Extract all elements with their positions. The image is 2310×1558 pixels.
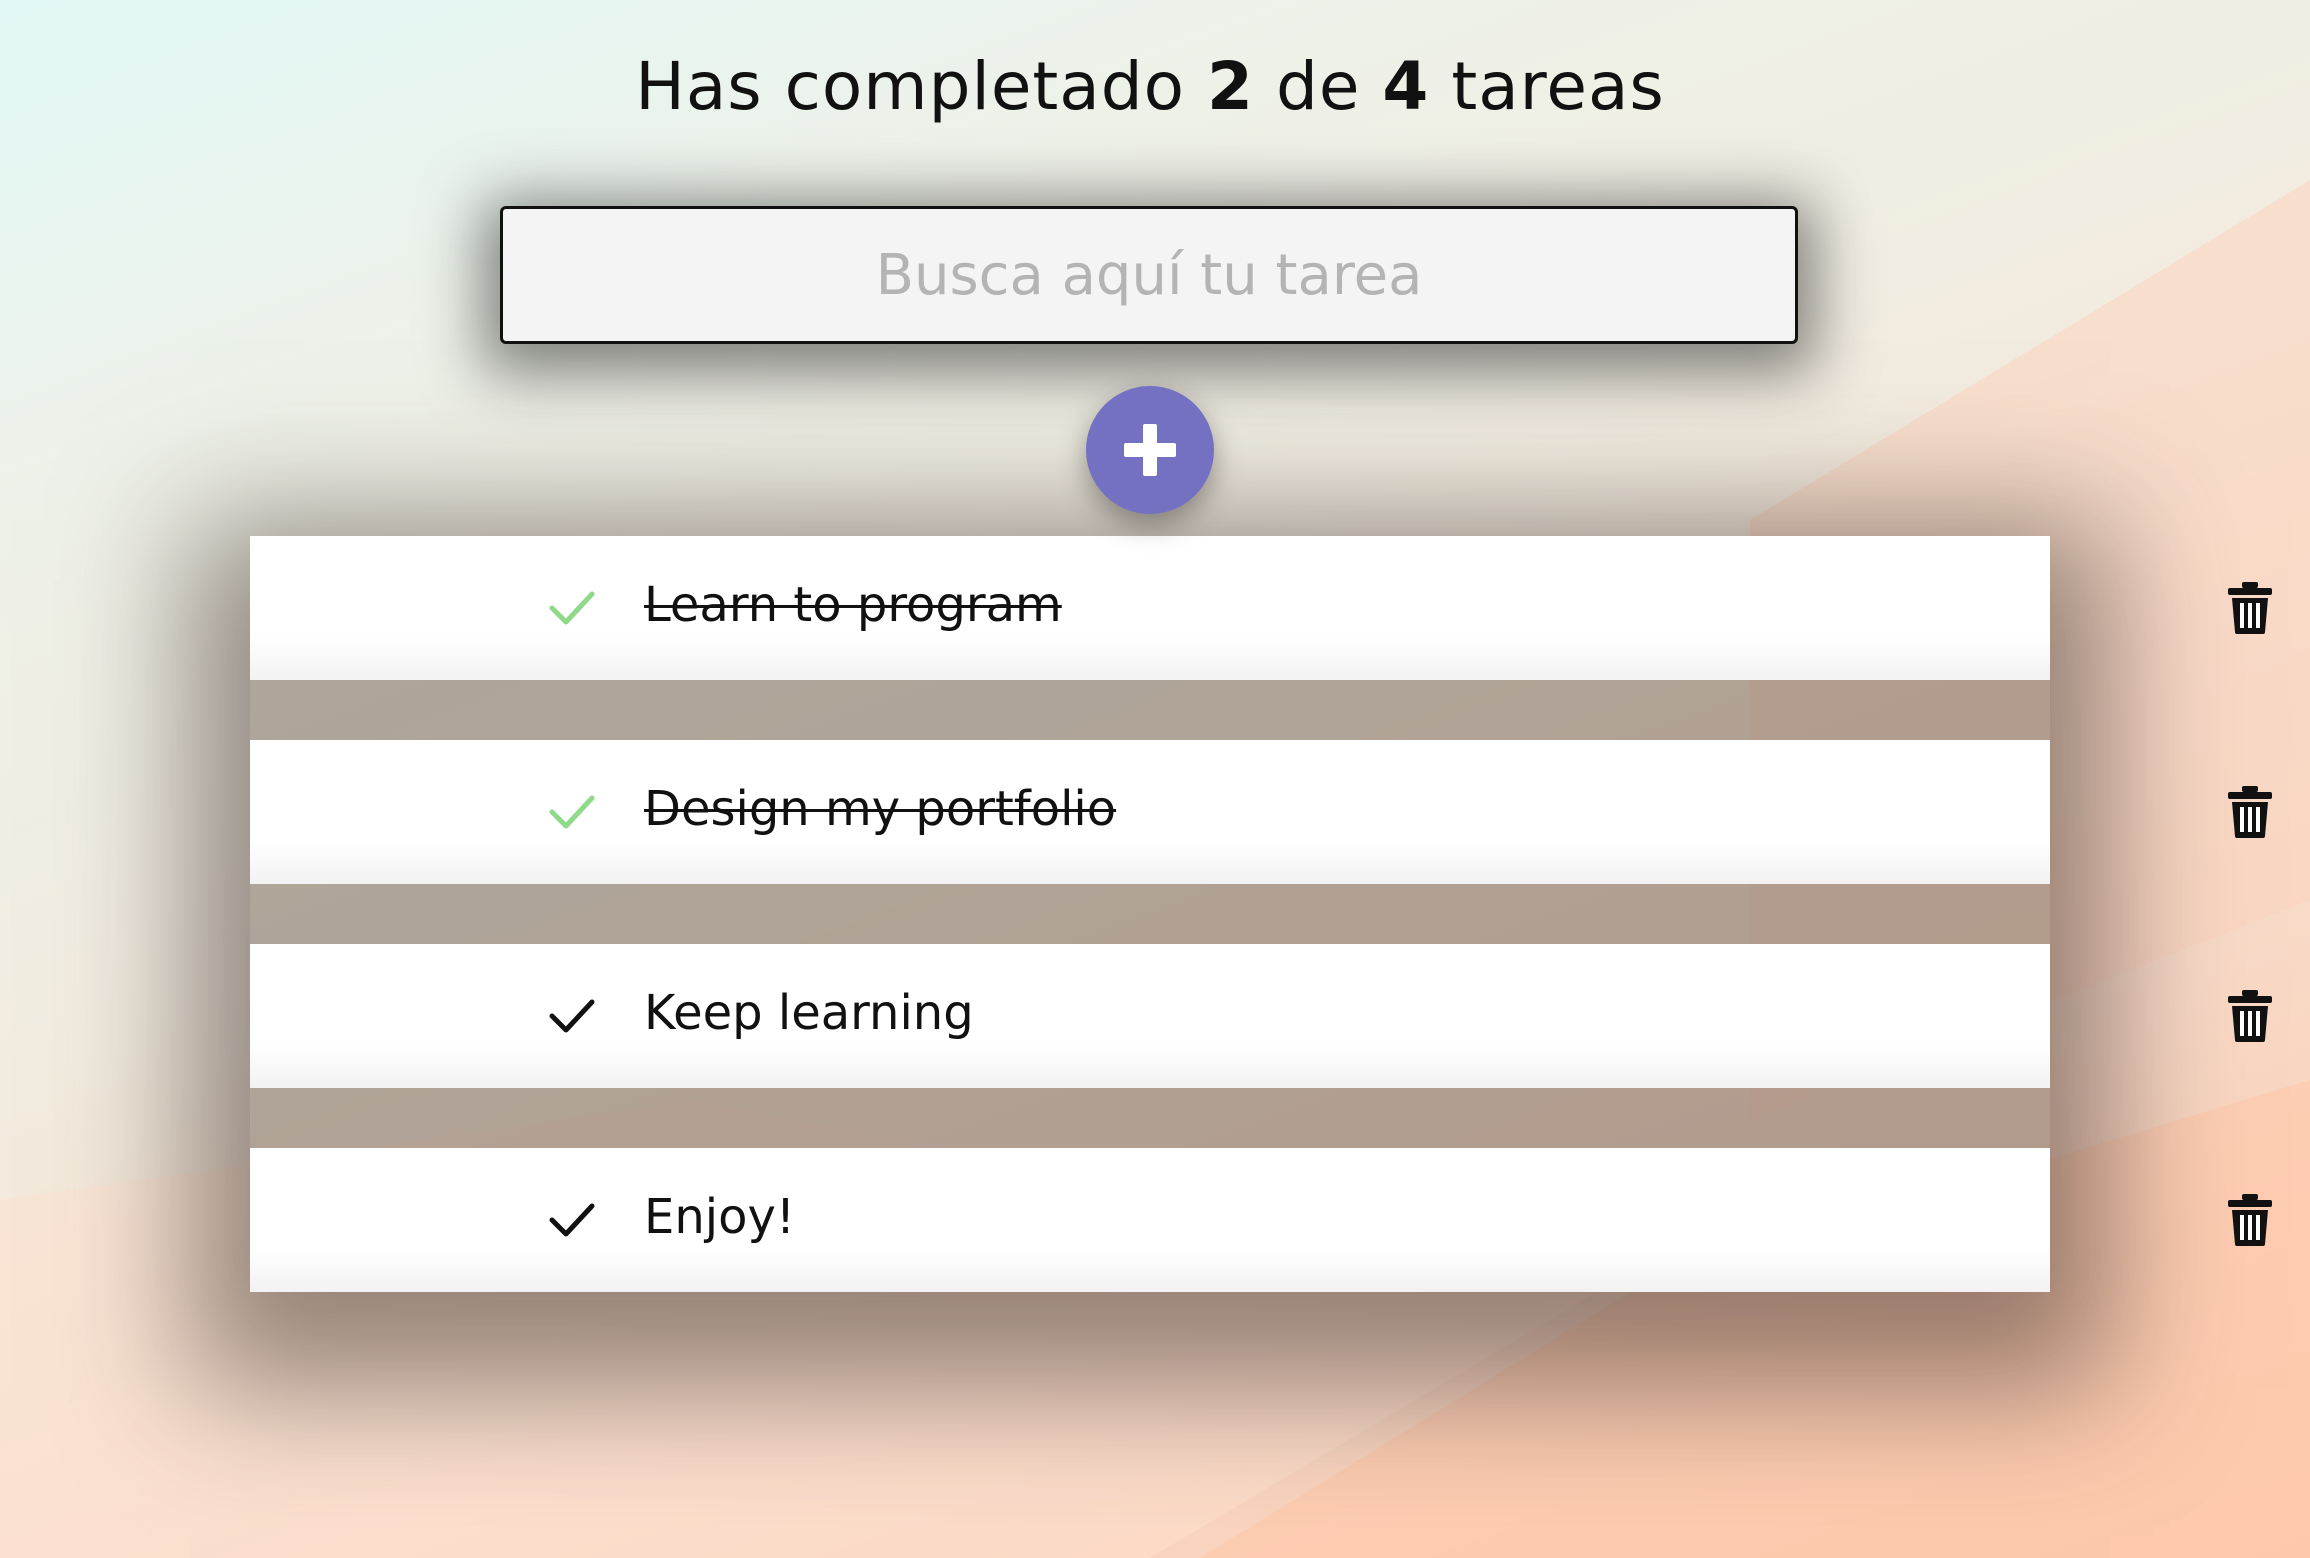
add-todo-button[interactable]: [1086, 386, 1214, 514]
todo-item: Keep learning: [250, 944, 2272, 1088]
trash-icon[interactable]: [2228, 990, 2272, 1042]
trash-icon[interactable]: [2228, 786, 2272, 838]
todo-item: Design my portfolio: [250, 740, 2272, 884]
todo-item: Enjoy!: [250, 1148, 2272, 1292]
trash-icon[interactable]: [2228, 582, 2272, 634]
todo-text: Design my portfolio: [644, 781, 1117, 837]
check-icon[interactable]: [548, 1200, 596, 1240]
title-prefix: Has completado: [635, 48, 1186, 125]
todo-text: Learn to program: [644, 577, 1062, 633]
title-suffix: tareas: [1451, 48, 1665, 125]
title-middle: de: [1275, 48, 1361, 125]
todo-item: Learn to program: [250, 536, 2272, 680]
check-icon[interactable]: [548, 996, 596, 1036]
check-icon[interactable]: [548, 792, 596, 832]
todo-text: Enjoy!: [644, 1189, 796, 1245]
completed-count: 2: [1207, 48, 1254, 125]
todo-text: Keep learning: [644, 985, 974, 1041]
check-icon[interactable]: [548, 588, 596, 628]
trash-icon[interactable]: [2228, 1194, 2272, 1246]
search-input[interactable]: [500, 206, 1798, 344]
page-title: Has completado 2 de 4 tareas: [0, 48, 2300, 125]
total-count: 4: [1382, 48, 1430, 125]
